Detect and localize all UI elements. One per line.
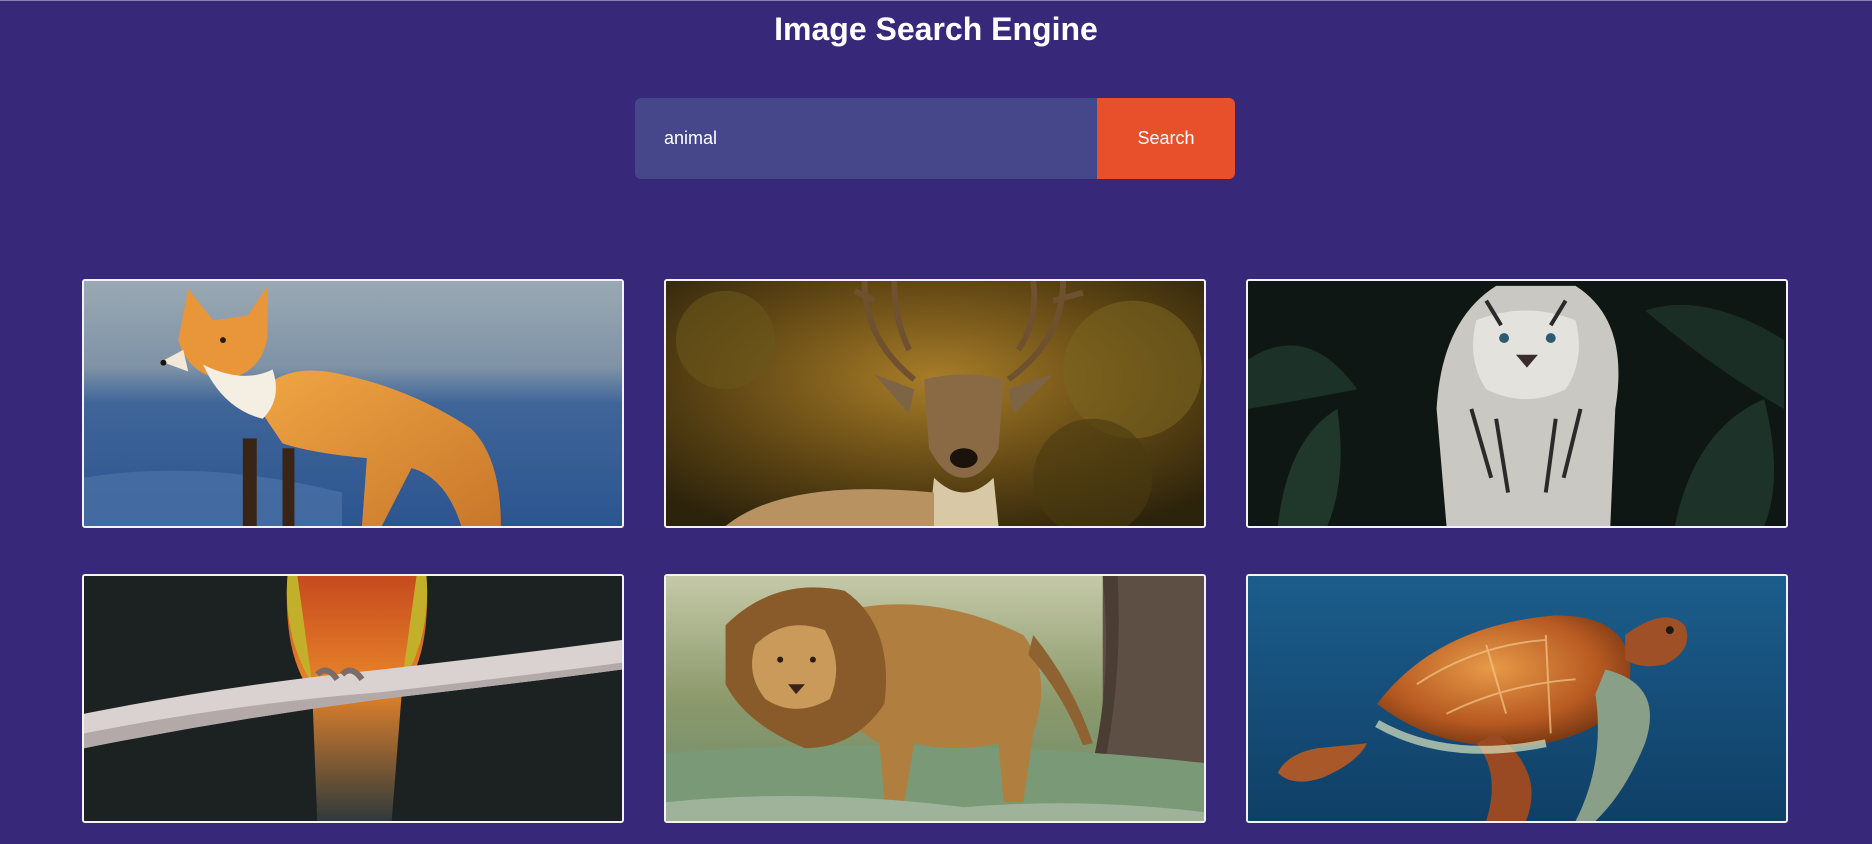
image-result-lion[interactable]	[664, 574, 1206, 823]
parrot-image	[84, 576, 622, 821]
image-result-parrot[interactable]	[82, 574, 624, 823]
image-result-white-tiger[interactable]	[1246, 279, 1788, 528]
image-results-grid	[82, 279, 1788, 823]
image-result-deer[interactable]	[664, 279, 1206, 528]
deer-image	[666, 281, 1204, 526]
fox-image	[84, 281, 622, 526]
image-result-sea-turtle[interactable]	[1246, 574, 1788, 823]
white-tiger-image	[1248, 281, 1786, 526]
search-input[interactable]	[635, 98, 1097, 179]
search-button[interactable]: Search	[1097, 98, 1235, 179]
sea-turtle-image	[1248, 576, 1786, 821]
image-result-fox[interactable]	[82, 279, 624, 528]
search-form: Search	[635, 98, 1235, 179]
page-title: Image Search Engine	[774, 11, 1098, 47]
lion-image	[666, 576, 1204, 821]
